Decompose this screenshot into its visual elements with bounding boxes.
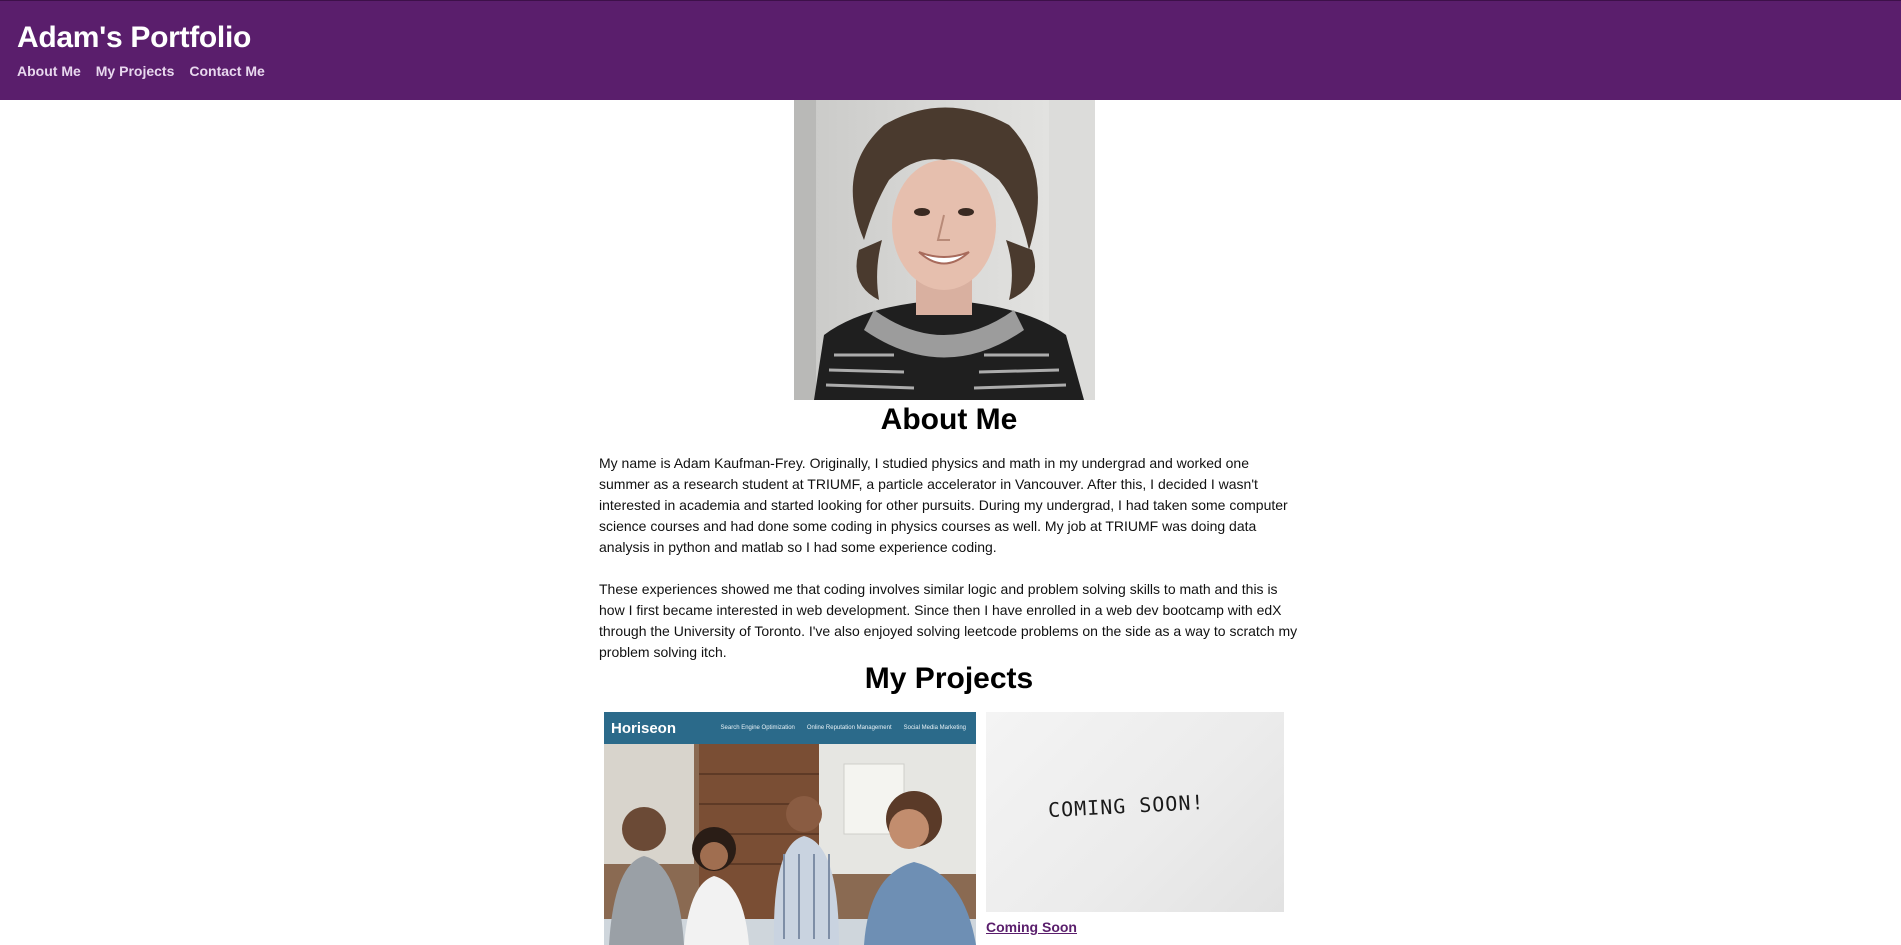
site-title: Adam's Portfolio bbox=[17, 21, 252, 54]
projects-heading: My Projects bbox=[864, 662, 1034, 695]
site-header: Adam's Portfolio About Me My Projects Co… bbox=[0, 0, 1901, 100]
project-screenshot-header: Horiseon Search Engine Optimization Onli… bbox=[604, 712, 976, 744]
project-card-horiseon[interactable]: Horiseon Search Engine Optimization Onli… bbox=[604, 712, 976, 945]
project-screenshot-photo bbox=[604, 744, 976, 945]
about-paragraph: My name is Adam Kaufman-Frey. Originally… bbox=[599, 455, 1288, 555]
profile-photo bbox=[794, 100, 1095, 400]
nav-about-me[interactable]: About Me bbox=[17, 63, 81, 79]
project-menu-item: Online Reputation Management bbox=[806, 725, 892, 731]
about-heading: About Me bbox=[880, 403, 1018, 436]
project-menu-item: Social Media Marketing bbox=[903, 725, 966, 731]
nav-my-projects[interactable]: My Projects bbox=[96, 63, 175, 79]
main-nav: About Me My Projects Contact Me bbox=[17, 63, 265, 79]
about-paragraph: These experiences showed me that coding … bbox=[599, 581, 1298, 660]
about-text: My name is Adam Kaufman-Frey. Originally… bbox=[599, 453, 1299, 684]
project-menu-item: Search Engine Optimization bbox=[720, 725, 795, 731]
project-brand: Horiseon bbox=[611, 719, 677, 737]
project-screenshot-menu: Search Engine Optimization Online Reputa… bbox=[721, 725, 966, 731]
project-card-coming-soon: COMING SOON! Coming Soon bbox=[986, 712, 1284, 935]
coming-soon-link[interactable]: Coming Soon bbox=[986, 919, 1284, 935]
coming-soon-image-text: COMING SOON! bbox=[1047, 789, 1206, 823]
coming-soon-image: COMING SOON! bbox=[986, 712, 1284, 912]
nav-contact-me[interactable]: Contact Me bbox=[189, 63, 264, 79]
